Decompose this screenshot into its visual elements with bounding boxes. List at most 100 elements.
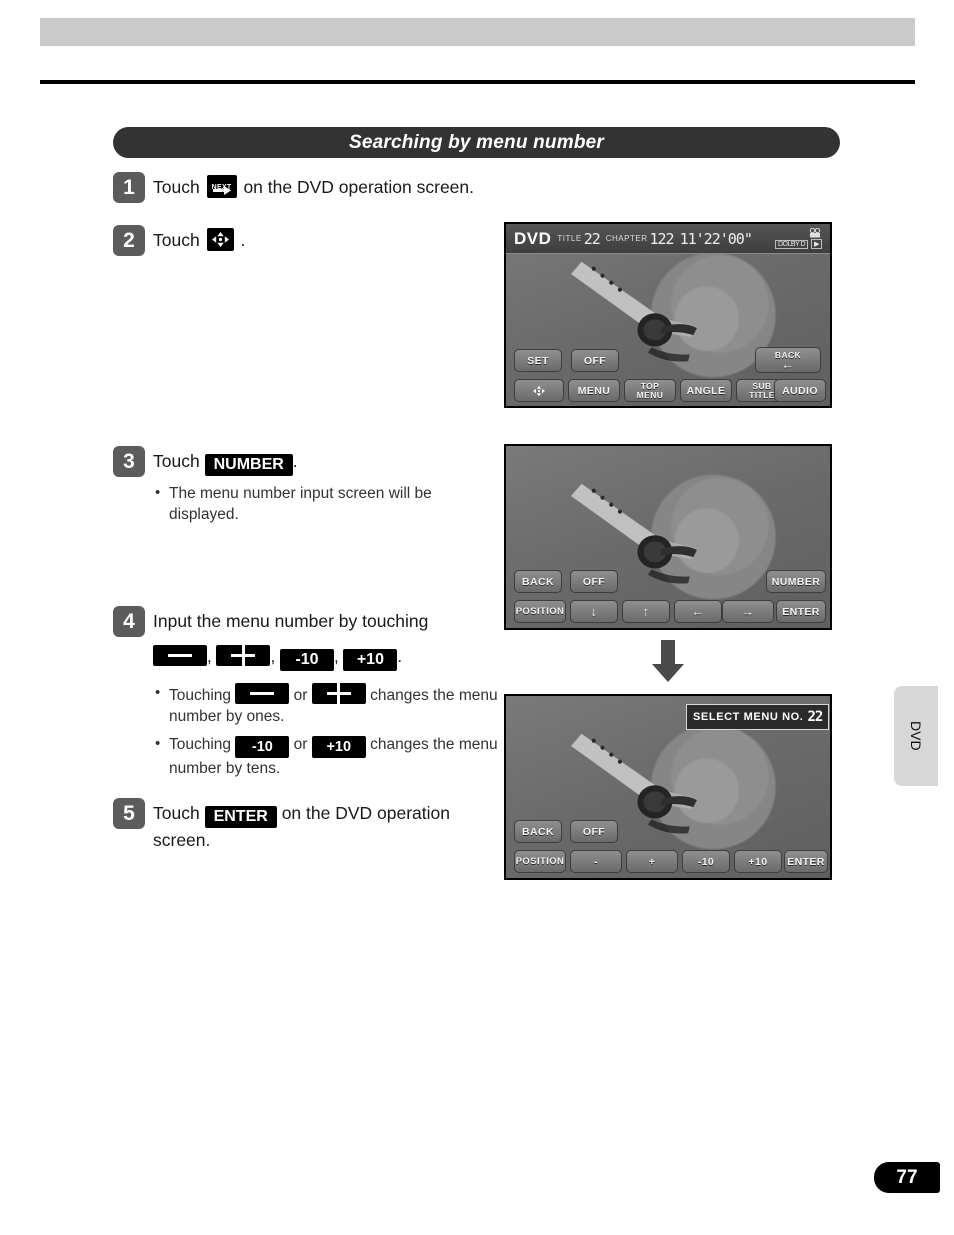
- screen3-plus-ten-button[interactable]: +10: [734, 850, 782, 873]
- screen2-right-arrow-button[interactable]: →: [722, 600, 774, 623]
- step-3-number: 3: [113, 446, 145, 477]
- next-arrow-icon[interactable]: NEXT: [206, 175, 237, 198]
- note-1-minus-key-badge[interactable]: [235, 683, 290, 704]
- status-indicator-group: DOLBY D ▶: [775, 228, 822, 249]
- step-5-number: 5: [113, 798, 145, 829]
- flow-down-arrow-icon: [648, 640, 688, 687]
- screen1-angle-button[interactable]: ANGLE: [680, 379, 732, 402]
- step-3-text-after: .: [292, 451, 298, 471]
- screen1-set-button[interactable]: SET: [514, 349, 562, 372]
- screen2-off-button[interactable]: OFF: [570, 570, 618, 593]
- step-4-notes: Touching or changes the menu number by o…: [153, 681, 513, 779]
- enter-key-badge[interactable]: ENTER: [204, 806, 277, 828]
- step-2-text-before: Touch: [153, 230, 200, 250]
- note-2-minus-ten-key-badge[interactable]: -10: [235, 736, 290, 758]
- screen2-number-button[interactable]: NUMBER: [766, 570, 826, 593]
- note-2-lead: Touching: [169, 736, 232, 753]
- dvd-menu-control-screen[interactable]: BACK OFF NUMBER POSITION ↓ ↑ ← → ENTER: [504, 444, 832, 630]
- status-title-label: TITLE: [557, 234, 582, 243]
- key-sep-3: ,: [333, 647, 339, 666]
- screen1-audio-button[interactable]: AUDIO: [774, 379, 826, 402]
- screen1-sub-title-label-2: TITLE: [749, 389, 775, 400]
- note-1-lead: Touching: [169, 687, 232, 704]
- screen1-menu-button[interactable]: MENU: [568, 379, 620, 402]
- menu-number-input-screen[interactable]: SELECT MENU NO. 22 BACK OFF POSITION - +…: [504, 694, 832, 880]
- note-2-mid: or: [293, 736, 308, 753]
- side-tab-label: DVD: [908, 721, 924, 751]
- screen1-top-menu-label-2: MENU: [636, 389, 664, 400]
- select-menu-number-overlay: SELECT MENU NO. 22: [686, 704, 830, 730]
- status-chapter-label: CHAPTER: [605, 234, 648, 243]
- step-4-note-1: Touching or changes the menu number by o…: [153, 681, 513, 727]
- four-way-arrow-pad-icon: [533, 385, 545, 396]
- dvd-operation-screen[interactable]: DVD TITLE 22 CHAPTER 122 11'22'00" DOLBY…: [504, 222, 832, 408]
- screen2-left-arrow-button[interactable]: ←: [674, 600, 722, 623]
- key-sep-1: ,: [207, 647, 212, 666]
- screen3-enter-button[interactable]: ENTER: [784, 850, 828, 873]
- minus-key-badge[interactable]: [153, 645, 207, 666]
- step-5: 5 Touch ENTER on the DVD operation scree…: [113, 798, 483, 853]
- step-3: 3 Touch NUMBER. The menu number input sc…: [113, 446, 503, 532]
- section-title: Searching by menu number: [348, 131, 605, 153]
- step-3-text: Touch NUMBER.: [153, 446, 298, 476]
- number-key-badge[interactable]: NUMBER: [204, 454, 293, 476]
- step-2-text: Touch .: [153, 225, 245, 253]
- step-1-text: Touch NEXT on the DVD operation screen.: [153, 172, 474, 200]
- step-1: 1 Touch NEXT on the DVD operation screen…: [113, 172, 513, 203]
- status-source-label: DVD: [514, 228, 552, 248]
- key-sep-2: ,: [270, 647, 276, 666]
- dolby-digital-chip: DOLBY D: [775, 239, 809, 249]
- screen3-minus-ten-button[interactable]: -10: [682, 850, 730, 873]
- status-time-value: 11'22'00": [679, 229, 753, 248]
- screen3-position-button[interactable]: POSITION: [514, 850, 566, 873]
- screen1-top-menu-button[interactable]: TOP MENU: [624, 379, 676, 402]
- select-menu-label: SELECT MENU NO.: [693, 711, 804, 723]
- step-4: 4 Input the menu number by touching , , …: [113, 606, 513, 786]
- plus-key-badge[interactable]: [216, 643, 271, 668]
- screen1-back-arrow-icon: ←: [781, 356, 795, 372]
- dvd-status-bar: DVD TITLE 22 CHAPTER 122 11'22'00" DOLBY…: [506, 224, 830, 254]
- step-3-notes: The menu number input screen will be dis…: [153, 482, 503, 525]
- plus-ten-key-badge[interactable]: +10: [343, 649, 398, 671]
- note-1-mid: or: [293, 687, 308, 704]
- step-1-text-after: on the DVD operation screen.: [243, 177, 475, 197]
- note-2-plus-ten-key-badge[interactable]: +10: [311, 736, 366, 758]
- screen2-down-arrow-button[interactable]: ↓: [570, 600, 618, 623]
- screen2-position-button[interactable]: POSITION: [514, 600, 566, 623]
- status-chapter-value: 122: [649, 229, 674, 248]
- page-number-badge: 77: [874, 1162, 940, 1193]
- step-3-note-1: The menu number input screen will be dis…: [153, 482, 503, 525]
- step-5-text-before: Touch: [153, 803, 200, 823]
- step-2-text-after: .: [240, 230, 246, 250]
- step-5-text: Touch ENTER on the DVD operation screen.: [153, 798, 483, 853]
- step-2: 2 Touch .: [113, 225, 513, 256]
- page-header-band: [40, 18, 915, 46]
- screen1-back-button[interactable]: BACK ←: [755, 347, 821, 373]
- film-camera-icon: [809, 228, 821, 238]
- play-indicator-chip: ▶: [811, 239, 822, 249]
- minus-ten-key-badge[interactable]: -10: [279, 649, 334, 671]
- step-4-number: 4: [113, 606, 145, 637]
- step-2-number: 2: [113, 225, 145, 256]
- screen3-minus-button[interactable]: -: [570, 850, 622, 873]
- screen2-back-button[interactable]: BACK: [514, 570, 562, 593]
- step-1-text-before: Touch: [153, 177, 200, 197]
- four-way-arrow-pad-icon[interactable]: [206, 228, 234, 251]
- step-4-note-2: Touching -10 or +10 changes the menu num…: [153, 733, 513, 779]
- select-menu-value: 22: [807, 709, 823, 725]
- screen1-off-button[interactable]: OFF: [571, 349, 619, 372]
- screen3-plus-button[interactable]: +: [626, 850, 678, 873]
- screen2-enter-button[interactable]: ENTER: [776, 600, 826, 623]
- step-3-text-before: Touch: [153, 451, 200, 471]
- next-icon-arrow-glyph: [212, 186, 231, 195]
- section-banner: Searching by menu number: [113, 127, 840, 158]
- step-1-number: 1: [113, 172, 145, 203]
- screen1-arrow-pad-button[interactable]: [514, 379, 564, 402]
- screen3-back-button[interactable]: BACK: [514, 820, 562, 843]
- section-side-tab: DVD: [894, 686, 938, 786]
- step-4-text: Input the menu number by touching: [153, 606, 428, 634]
- step-4-key-row: , , -10, +10.: [153, 643, 513, 671]
- screen3-off-button[interactable]: OFF: [570, 820, 618, 843]
- note-1-plus-key-badge[interactable]: [311, 681, 366, 706]
- screen2-up-arrow-button[interactable]: ↑: [622, 600, 670, 623]
